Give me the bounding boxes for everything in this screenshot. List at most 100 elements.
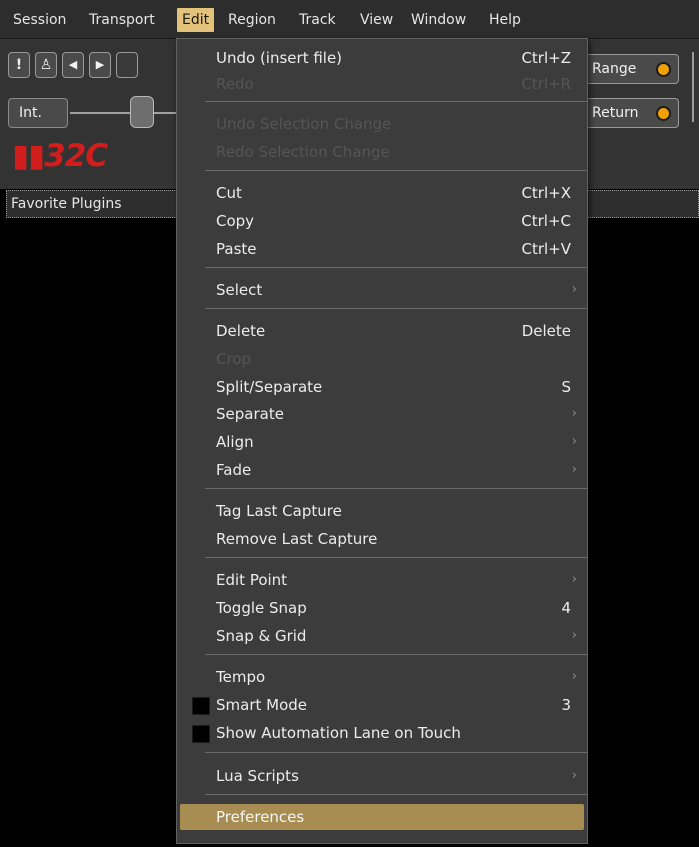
play-from-start-icon[interactable]: ◀	[62, 52, 84, 78]
menu-item-lua-scripts[interactable]: Lua Scripts ›	[177, 763, 589, 789]
menu-item-delete[interactable]: Delete Delete	[177, 318, 589, 344]
menu-help[interactable]: Help	[484, 8, 526, 32]
menu-item-label: Cut	[216, 184, 242, 202]
menu-item-label: Edit Point	[216, 571, 288, 589]
submenu-arrow-icon: ›	[571, 282, 577, 297]
menu-item-cut[interactable]: Cut Ctrl+X	[177, 180, 589, 206]
menu-item-crop[interactable]: Crop	[177, 346, 589, 372]
menu-item-label: Align	[216, 433, 254, 451]
menu-separator	[205, 794, 587, 795]
menu-item-label: Fade	[216, 461, 252, 479]
menu-separator	[205, 488, 587, 489]
menu-item-label: Toggle Snap	[216, 599, 307, 617]
menu-item-label: Snap & Grid	[216, 627, 307, 645]
menu-item-shortcut: 3	[561, 696, 571, 714]
menu-item-label: Remove Last Capture	[216, 530, 378, 548]
menu-item-separate[interactable]: Separate ›	[177, 401, 589, 427]
menu-item-label: Separate	[216, 405, 284, 423]
menu-item-smart-mode[interactable]: Smart Mode 3	[177, 692, 589, 718]
submenu-arrow-icon: ›	[571, 669, 577, 684]
menu-item-edit-point[interactable]: Edit Point ›	[177, 567, 589, 593]
menu-item-remove-last-capture[interactable]: Remove Last Capture	[177, 526, 589, 552]
return-label: Return	[592, 105, 639, 121]
menu-window[interactable]: Window	[406, 8, 471, 32]
edit-menu-dropdown: Undo (insert file) Ctrl+Z Redo Ctrl+R Un…	[176, 38, 588, 844]
menu-separator	[205, 752, 587, 753]
menu-bar: Session Transport Edit Region Track View…	[0, 0, 699, 39]
menu-item-shortcut: Ctrl+Z	[521, 49, 571, 67]
menu-item-split-separate[interactable]: Split/Separate S	[177, 374, 589, 400]
metronome-icon[interactable]: ♙	[35, 52, 57, 78]
shuttle-slider-knob[interactable]	[130, 96, 154, 128]
menu-item-fade[interactable]: Fade ›	[177, 457, 589, 483]
menu-item-label: Preferences	[216, 808, 305, 826]
menu-item-shortcut: Ctrl+R	[521, 75, 571, 93]
menu-item-undo-selection-change[interactable]: Undo Selection Change	[177, 111, 589, 137]
range-button[interactable]: Range	[585, 54, 679, 84]
menu-separator	[205, 267, 587, 268]
play-to-end-icon[interactable]: ▶	[89, 52, 111, 78]
menu-item-preferences[interactable]: Preferences	[180, 804, 584, 830]
menu-item-label: Show Automation Lane on Touch	[216, 724, 461, 742]
int-button[interactable]: Int.	[8, 98, 68, 128]
menu-item-toggle-snap[interactable]: Toggle Snap 4	[177, 595, 589, 621]
brand-logo: ▮▮32C	[12, 138, 108, 174]
menu-track[interactable]: Track	[294, 8, 341, 32]
menu-item-label: Smart Mode	[216, 696, 308, 714]
menu-item-label: Undo (insert file)	[216, 49, 343, 67]
menu-item-select[interactable]: Select ›	[177, 277, 589, 303]
submenu-arrow-icon: ›	[571, 406, 577, 421]
menu-item-shortcut: 4	[561, 599, 571, 617]
menu-item-label: Select	[216, 281, 263, 299]
menu-item-label: Undo Selection Change	[216, 115, 392, 133]
toolbar-divider	[692, 52, 694, 122]
menu-item-label: Split/Separate	[216, 378, 323, 396]
menu-separator	[205, 170, 587, 171]
panic-icon[interactable]: !	[8, 52, 30, 78]
menu-item-paste[interactable]: Paste Ctrl+V	[177, 236, 589, 262]
menu-item-redo-selection-change[interactable]: Redo Selection Change	[177, 139, 589, 165]
automation-lane-checkbox[interactable]	[192, 725, 210, 743]
menu-item-label: Copy	[216, 212, 255, 230]
menu-item-label: Redo Selection Change	[216, 143, 390, 161]
return-button[interactable]: Return	[585, 98, 679, 128]
menu-item-copy[interactable]: Copy Ctrl+C	[177, 208, 589, 234]
menu-item-label: Tempo	[216, 668, 266, 686]
menu-item-tempo[interactable]: Tempo ›	[177, 664, 589, 690]
smart-mode-checkbox[interactable]	[192, 697, 210, 715]
menu-item-shortcut: S	[561, 378, 571, 396]
menu-item-shortcut: Ctrl+X	[521, 184, 571, 202]
submenu-arrow-icon: ›	[571, 572, 577, 587]
menu-item-show-automation-lane[interactable]: Show Automation Lane on Touch	[177, 720, 589, 746]
submenu-arrow-icon: ›	[571, 434, 577, 449]
led-icon	[656, 62, 671, 77]
menu-item-shortcut: Delete	[521, 322, 571, 340]
menu-separator	[205, 101, 587, 102]
menu-item-label: Delete	[216, 322, 266, 340]
submenu-arrow-icon: ›	[571, 628, 577, 643]
menu-item-tag-last-capture[interactable]: Tag Last Capture	[177, 498, 589, 524]
submenu-arrow-icon: ›	[571, 462, 577, 477]
menu-item-undo[interactable]: Undo (insert file) Ctrl+Z	[177, 45, 589, 71]
menu-region[interactable]: Region	[223, 8, 281, 32]
menu-edit[interactable]: Edit	[177, 8, 215, 32]
menu-item-label: Paste	[216, 240, 257, 258]
menu-item-label: Crop	[216, 350, 252, 368]
menu-item-label: Redo	[216, 75, 254, 93]
menu-session[interactable]: Session	[8, 8, 71, 32]
menu-item-align[interactable]: Align ›	[177, 429, 589, 455]
menu-item-redo[interactable]: Redo Ctrl+R	[177, 71, 589, 97]
loop-icon[interactable]	[116, 52, 138, 78]
range-label: Range	[592, 61, 637, 77]
menu-separator	[205, 308, 587, 309]
menu-separator	[205, 654, 587, 655]
menu-item-label: Tag Last Capture	[216, 502, 342, 520]
menu-transport[interactable]: Transport	[84, 8, 160, 32]
menu-view[interactable]: View	[355, 8, 398, 32]
menu-item-shortcut: Ctrl+C	[521, 212, 571, 230]
submenu-arrow-icon: ›	[571, 768, 577, 783]
menu-item-label: Lua Scripts	[216, 767, 299, 785]
shuttle-slider-track	[70, 112, 180, 114]
menu-item-shortcut: Ctrl+V	[521, 240, 571, 258]
menu-item-snap-grid[interactable]: Snap & Grid ›	[177, 623, 589, 649]
